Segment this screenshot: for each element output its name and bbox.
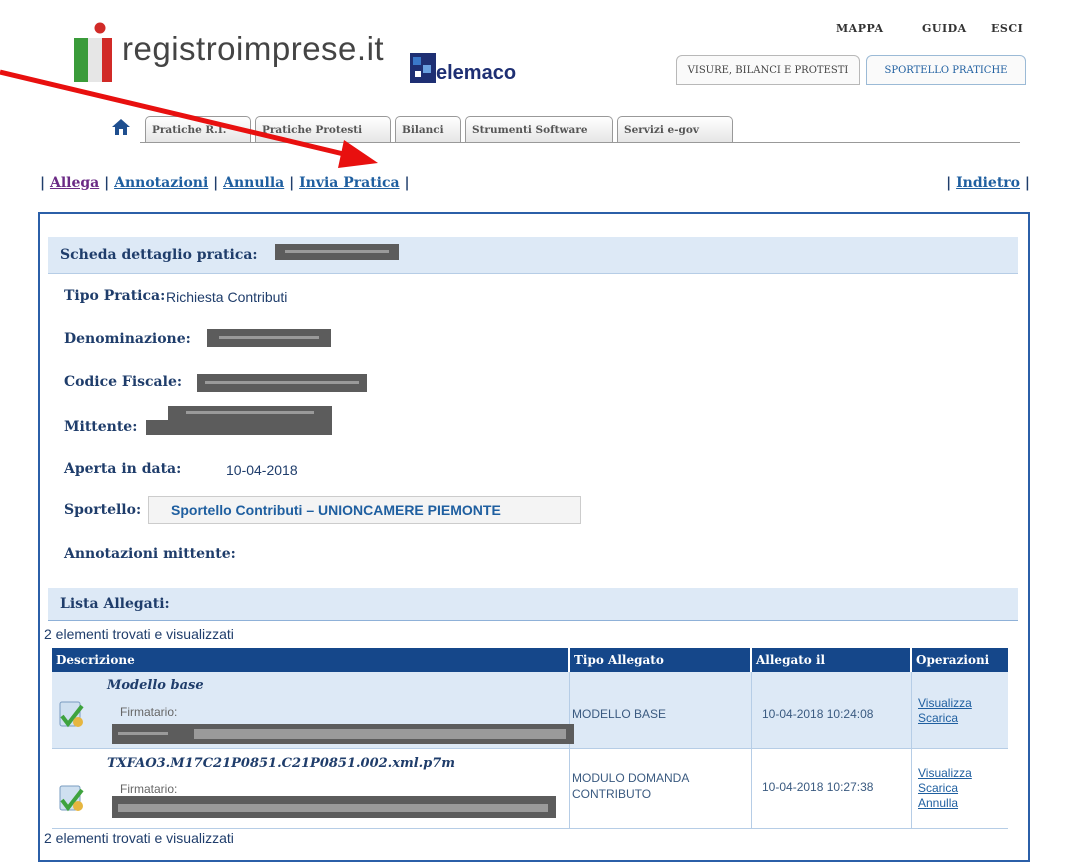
lista-allegati-title: Lista Allegati: [60, 596, 170, 612]
separator: | [104, 175, 115, 191]
telemaco-logo-text: elemaco [436, 62, 517, 84]
telemaco-logo-icon [410, 53, 436, 83]
allega-link[interactable]: Allega [50, 175, 99, 191]
site-logo-text: registroimprese.it [122, 30, 385, 67]
separator: | [946, 175, 957, 191]
separator: | [289, 175, 300, 191]
signed-document-icon [59, 701, 84, 728]
tab-sportello-pratiche[interactable]: SPORTELLO PRATICHE [866, 55, 1026, 85]
tipo-pratica-label: Tipo Pratica: [64, 288, 166, 304]
redacted-firmatario [112, 796, 556, 818]
denominazione-label: Denominazione: [64, 331, 191, 347]
redacted-firmatario [112, 724, 574, 744]
separator: | [40, 175, 50, 191]
allegato-name: TXFAO3.M17C21P0851.C21P0851.002.xml.p7m [107, 756, 456, 771]
scarica-link[interactable]: Scarica [918, 781, 972, 796]
mittente-label: Mittente: [64, 419, 138, 435]
action-bar: | Allega | Annotazioni | Annulla | Invia… [40, 175, 410, 191]
annulla-link[interactable]: Annulla [223, 175, 284, 191]
tab-servizi-egov[interactable]: Servizi e-gov [617, 116, 733, 142]
invia-pratica-link[interactable]: Invia Pratica [299, 175, 399, 191]
redacted-codice-fiscale [197, 374, 367, 392]
redacted-denominazione [207, 329, 331, 347]
firmatario-label: Firmatario: [120, 705, 178, 719]
redacted-mittente-1 [168, 406, 332, 420]
visualizza-link[interactable]: Visualizza [918, 696, 972, 711]
result-count-top: 2 elementi trovati e visualizzati [44, 626, 234, 642]
lista-header-bar [48, 588, 1018, 621]
column-divider [911, 672, 912, 828]
allegato-name: Modello base [107, 678, 204, 693]
redacted-pratica-id [275, 244, 399, 260]
tab-visure-bilanci-protesti[interactable]: VISURE, BILANCI E PROTESTI [676, 55, 860, 85]
tab-strumenti-software[interactable]: Strumenti Software [465, 116, 613, 142]
operazioni-cell: Visualizza Scarica Annulla [918, 766, 972, 811]
column-header-operazioni: Operazioni [912, 648, 1008, 672]
column-header-allegato-il: Allegato il [752, 648, 910, 672]
separator: | [404, 175, 410, 191]
registroimprese-logo-icon [74, 22, 112, 82]
tipo-pratica-value: Richiesta Contributi [166, 289, 288, 305]
indietro-group: | Indietro | [946, 175, 1030, 191]
operazioni-cell: Visualizza Scarica [918, 696, 972, 726]
signed-document-icon [59, 785, 84, 812]
row-divider [52, 828, 1008, 829]
result-count-bottom: 2 elementi trovati e visualizzati [44, 830, 234, 846]
home-icon[interactable] [111, 117, 131, 137]
visualizza-link[interactable]: Visualizza [918, 766, 972, 781]
annotazioni-mittente-label: Annotazioni mittente: [64, 546, 236, 562]
indietro-link[interactable]: Indietro [956, 175, 1020, 191]
firmatario-label: Firmatario: [120, 782, 178, 796]
column-header-tipo-allegato: Tipo Allegato [570, 648, 750, 672]
tipo-allegato-value: MODULO DOMANDA [572, 771, 690, 785]
esci-link[interactable]: ESCI [991, 22, 1023, 35]
annulla-allegato-link[interactable]: Annulla [918, 796, 972, 811]
column-divider [569, 672, 570, 828]
scheda-title: Scheda dettaglio pratica: [60, 247, 258, 263]
aperta-in-data-label: Aperta in data: [64, 461, 182, 477]
aperta-in-data-value: 10-04-2018 [226, 462, 298, 478]
redacted-mittente-2 [146, 420, 332, 435]
tab-bilanci[interactable]: Bilanci [395, 116, 461, 142]
sportello-value: Sportello Contributi – UNIONCAMERE PIEMO… [148, 496, 581, 524]
row-divider [52, 748, 1008, 749]
tipo-allegato-value: MODELLO BASE [572, 707, 667, 721]
column-divider [751, 672, 752, 828]
codice-fiscale-label: Codice Fiscale: [64, 374, 183, 390]
separator: | [1020, 175, 1030, 191]
separator: | [213, 175, 224, 191]
mappa-link[interactable]: MAPPA [836, 22, 884, 35]
tab-pratiche-protesti[interactable]: Pratiche Protesti [255, 116, 391, 142]
sportello-label: Sportello: [64, 502, 142, 518]
tipo-allegato-value-line2: CONTRIBUTO [572, 787, 652, 801]
scarica-link[interactable]: Scarica [918, 711, 972, 726]
tab-pratiche-ri[interactable]: Pratiche R.I. [145, 116, 251, 142]
allegato-date-value: 10-04-2018 10:24:08 [762, 707, 874, 721]
column-header-descrizione: Descrizione [52, 648, 568, 672]
guida-link[interactable]: GUIDA [922, 22, 967, 35]
nav-divider [140, 142, 1020, 143]
annotazioni-link[interactable]: Annotazioni [114, 175, 208, 191]
allegato-date-value: 10-04-2018 10:27:38 [762, 780, 874, 794]
